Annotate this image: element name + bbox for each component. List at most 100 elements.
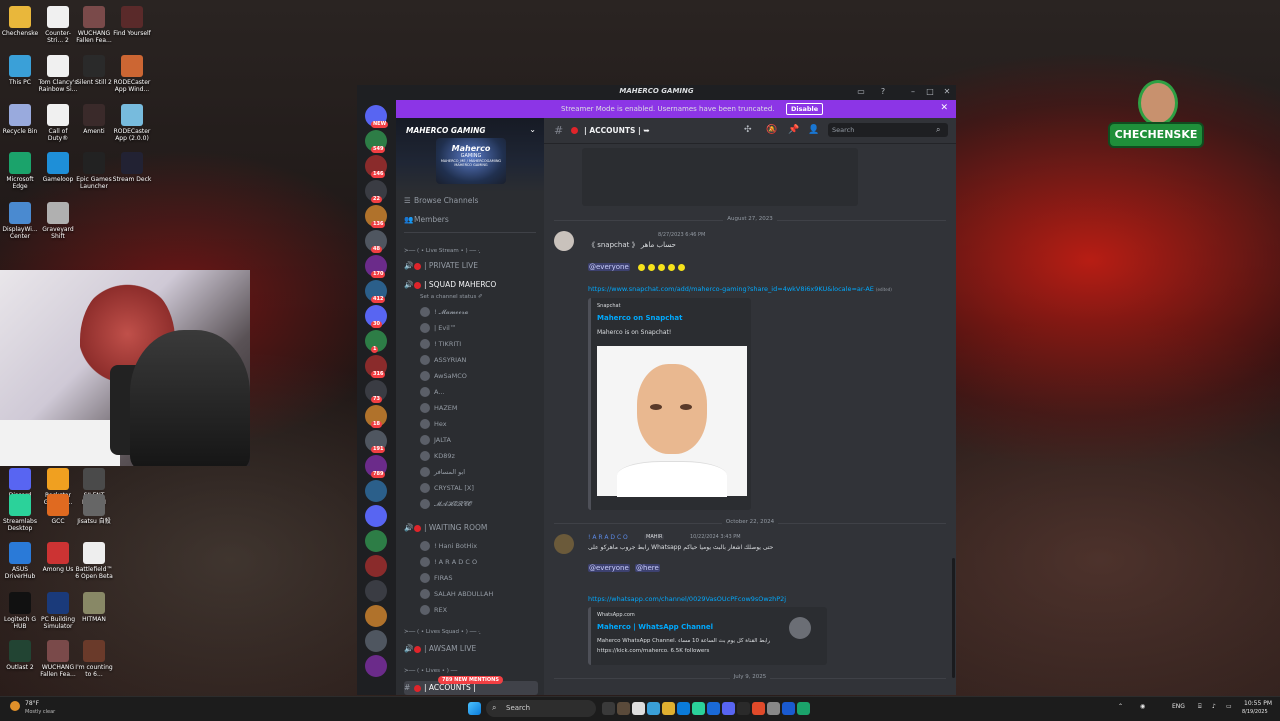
inbox-icon[interactable]: ▭ [855,86,867,98]
disable-streamer-button[interactable]: Disable [786,103,824,115]
tray-chevron-icon[interactable]: ⌃ [1118,703,1123,710]
desktop-icon[interactable]: GCC [38,494,78,525]
taskbar-app-icon[interactable] [767,702,780,715]
desktop-icon[interactable]: Outlast 2 [0,640,40,671]
desktop-icon[interactable]: Silent Still 2 [74,55,114,86]
taskbar-app-icon[interactable] [797,702,810,715]
desktop-icon[interactable]: This PC [0,55,40,86]
taskbar-app-icon[interactable] [782,702,795,715]
avatar[interactable] [554,231,574,251]
desktop-icon[interactable]: Tom Clancy's Rainbow Si... [38,55,78,93]
weather-temp[interactable]: 78°F [25,700,39,707]
channel-waiting-room[interactable]: 🔊 | WAITING ROOM [404,521,538,535]
clock-time[interactable]: 10:55 PM [1244,700,1272,707]
voice-member[interactable]: REX [420,603,538,617]
tray-app-icon[interactable]: ◉ [1140,703,1145,710]
desktop-icon[interactable]: Find Yourself [112,6,152,37]
taskbar-app-icon[interactable] [647,702,660,715]
desktop-icon[interactable]: WUCHANG Fallen Fea... [74,6,114,44]
set-channel-status[interactable]: Set a channel status ✐ [420,294,483,300]
channel-squad-maherco[interactable]: 🔊 | SQUAD MAHERCO [404,278,538,292]
desktop-icon[interactable]: Battlefield™ 6 Open Beta [74,542,114,580]
desktop-icon[interactable]: I'm counting to 6... [74,640,114,678]
server-icon[interactable] [365,530,387,552]
server-icon[interactable] [365,555,387,577]
everyone-mention[interactable]: @everyone [588,564,630,572]
desktop-icon[interactable]: Gameloop [38,152,78,183]
mute-bell-icon[interactable]: 🔕 [766,125,777,135]
desktop-icon[interactable]: Stream Deck [112,152,152,183]
desktop-icon[interactable]: Microsoft Edge [0,152,40,190]
desktop-icon[interactable]: Graveyard Shift [38,202,78,240]
minimize-button[interactable]: – [907,86,919,98]
network-icon[interactable]: ⌸ [1198,703,1202,711]
browse-channels-item[interactable]: ☰ Browse Channels [404,194,538,208]
maximize-button[interactable]: □ [924,86,936,98]
taskbar-app-icon[interactable] [632,702,645,715]
desktop-icon[interactable]: Jisatsu 自殺 [74,494,114,525]
desktop-icon[interactable]: RODECaster App Wind... [112,55,152,93]
new-mentions-pill[interactable]: 789 NEW MENTIONS [438,676,503,684]
desktop-icon[interactable]: HITMAN [74,592,114,623]
voice-member[interactable]: ! A R A D C O [420,555,538,569]
bitmoji-image[interactable] [597,346,747,497]
desktop-icon[interactable]: Streamlabs Desktop [0,494,40,532]
voice-member[interactable]: SALAH ABDULLAH [420,587,538,601]
server-icon[interactable] [365,655,387,677]
server-icon[interactable] [365,580,387,602]
voice-member[interactable]: A... [420,385,538,399]
avatar[interactable] [554,534,574,554]
language-indicator[interactable]: ENG [1172,703,1185,710]
clock-date[interactable]: 8/19/2025 [1242,709,1268,715]
snapchat-link[interactable]: https://www.snapchat.com/add/maherco-gam… [588,285,874,293]
taskbar-app-icon[interactable] [707,702,720,715]
server-header[interactable]: MAHERCO GAMING ⌄ Maherco GAMING MAHERCO_… [396,118,544,192]
whatsapp-link[interactable]: https://whatsapp.com/channel/0029VasOUcP… [588,595,786,603]
desktop-icon[interactable]: RODECaster App (2.0.0) [112,104,152,142]
members-item[interactable]: 👥Members [404,213,538,227]
windows-start-icon[interactable] [468,702,481,715]
category-live-stream[interactable]: ≻── ( • Live Stream • ) ── ·̩͙ [404,248,480,254]
server-icon[interactable] [365,480,387,502]
category-lives-squad[interactable]: ≻── ( • Lives Squad • ) ── ·̩͙ [404,629,480,635]
desktop-icon[interactable]: Logitech G HUB [0,592,40,630]
desktop-icon[interactable]: Call of Duty® [38,104,78,142]
close-button[interactable]: ✕ [941,86,953,98]
voice-member[interactable]: HAZEM [420,401,538,415]
message-author[interactable]: ! A R A D C O [588,534,628,541]
desktop-icon[interactable]: Amenti [74,104,114,135]
help-icon[interactable]: ? [877,86,889,98]
voice-member[interactable]: ! 𝓜𝓪𝓶𝓸𝓸𝓻𝓪 [420,305,538,319]
server-icon[interactable] [365,505,387,527]
taskbar-app-icon[interactable] [602,702,615,715]
taskbar-app-icon[interactable] [737,702,750,715]
server-icon[interactable] [365,630,387,652]
embed-title[interactable]: Maherco | WhatsApp Channel [597,623,713,631]
desktop-icon[interactable]: PC Building Simulator [38,592,78,630]
voice-member[interactable]: ! TIKRITI [420,337,538,351]
member-list-icon[interactable]: 👤 [808,125,819,135]
chevron-down-icon[interactable]: ⌄ [529,125,536,134]
desktop-icon[interactable]: Counter-Stri... 2 [38,6,78,44]
voice-member[interactable]: JALTA [420,433,538,447]
voice-member[interactable]: ASSYRIAN [420,353,538,367]
taskbar-app-icon[interactable] [752,702,765,715]
close-banner-icon[interactable]: ✕ [940,103,948,113]
search-input[interactable]: Search [828,123,948,137]
voice-member[interactable]: Hex [420,417,538,431]
volume-icon[interactable]: ♪ [1212,703,1216,710]
taskbar-search[interactable]: Search [486,700,596,717]
voice-member[interactable]: 𝓜𝓐𝓗𝓔𝓡𝓒𝓞 [420,497,538,511]
taskbar-app-icon[interactable] [722,702,735,715]
voice-member[interactable]: | Evil™ [420,321,538,335]
server-icon[interactable] [365,605,387,627]
voice-member[interactable]: AwSaMCO [420,369,538,383]
voice-member[interactable]: ابو المسافر [420,465,538,479]
category-lives[interactable]: ≻── ( • Lives • ) ── [404,668,457,674]
scrollbar[interactable] [952,558,955,678]
taskbar-app-icon[interactable] [677,702,690,715]
desktop-icon[interactable]: WUCHANG Fallen Fea... [38,640,78,678]
voice-member[interactable]: ! Hani BotHix [420,539,538,553]
weather-icon[interactable] [10,701,20,711]
voice-member[interactable]: KD89z [420,449,538,463]
